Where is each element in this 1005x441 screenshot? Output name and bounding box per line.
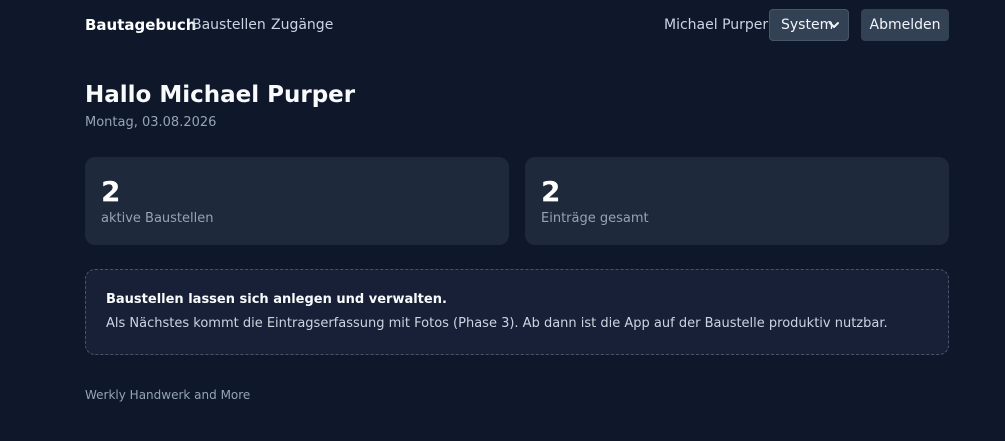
stat-value: 2 [541, 175, 561, 208]
page-title: Hallo Michael Purper [85, 82, 356, 108]
theme-select-value: System [781, 17, 834, 33]
user-name: Michael Purper [664, 17, 769, 33]
info-text: Als Nächstes kommt die Eintragserfassung… [106, 316, 888, 331]
theme-select[interactable]: System [769, 9, 849, 41]
nav-link-zugaenge[interactable]: Zugänge [271, 16, 333, 34]
stat-label: aktive Baustellen [101, 211, 214, 226]
stat-value: 2 [101, 175, 121, 208]
current-date: Montag, 03.08.2026 [85, 115, 217, 130]
chevron-down-icon [829, 22, 839, 28]
info-title: Baustellen lassen sich anlegen und verwa… [106, 292, 447, 307]
navbar: Bautagebuch Baustellen Zugänge Michael P… [0, 0, 1005, 50]
footer-text: Werkly Handwerk and More [85, 388, 251, 402]
nav-link-baustellen[interactable]: Baustellen [192, 16, 266, 34]
stat-label: Einträge gesamt [541, 211, 649, 226]
brand-logo[interactable]: Bautagebuch [85, 16, 196, 34]
logout-button[interactable]: Abmelden [861, 9, 949, 41]
stat-card-active-sites: 2 aktive Baustellen [85, 157, 509, 245]
stat-card-total-entries: 2 Einträge gesamt [525, 157, 949, 245]
info-notice: Baustellen lassen sich anlegen und verwa… [85, 269, 949, 355]
